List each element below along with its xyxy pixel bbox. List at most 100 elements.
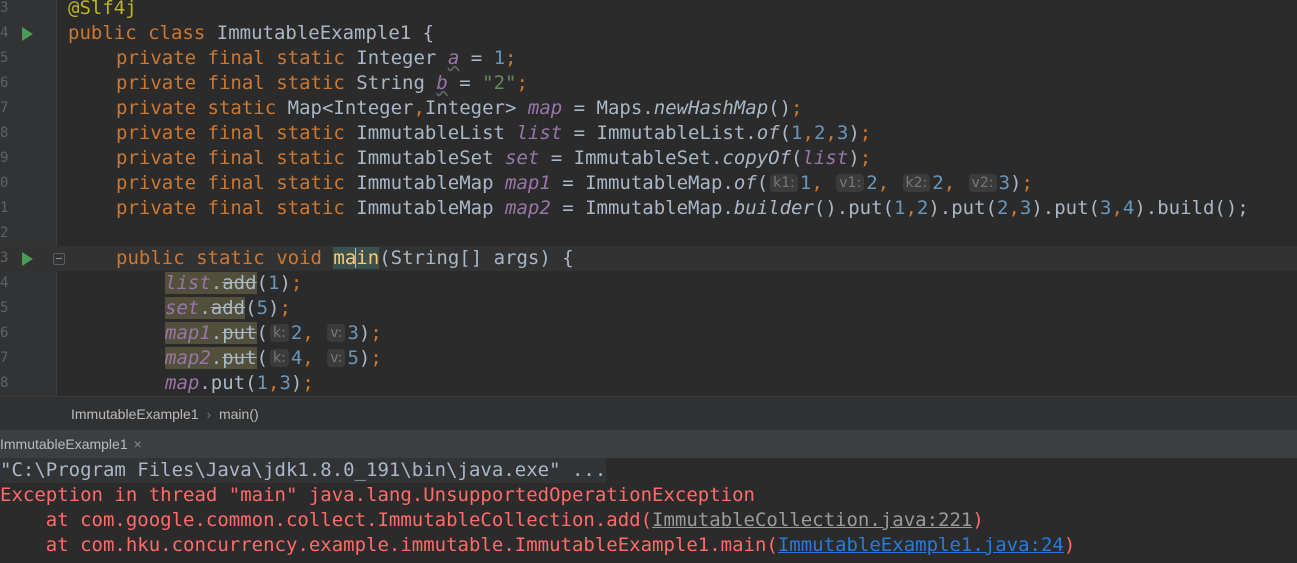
code-line[interactable]: 2 [0, 221, 1297, 246]
type-token: Map<Integer [287, 97, 414, 119]
method-token: builder [733, 197, 814, 219]
semicolon-token: ; [279, 297, 291, 319]
line-number: 3 [0, 250, 8, 266]
method-token: of [756, 122, 780, 144]
code-text[interactable]: private final static ImmutableMap map1 =… [116, 171, 1033, 196]
code-text[interactable]: map1.put(k: 2, v: 3); [165, 321, 382, 346]
semicolon-token: ; [302, 372, 314, 394]
field-token: a [447, 47, 460, 69]
code-text[interactable]: private final static ImmutableList list … [116, 121, 871, 146]
code-text[interactable]: private static Map<Integer,Integer> map … [116, 96, 802, 121]
code-line[interactable]: 6 private final static String b = "2"; [0, 71, 1297, 96]
number-token: 1 [256, 372, 268, 394]
breadcrumb-class[interactable]: ImmutableExample1 [71, 406, 199, 422]
code-line[interactable]: 7 map2.put(k: 4, v: 5); [0, 346, 1297, 371]
method-token: of [733, 172, 757, 194]
paren-token: ) [279, 272, 291, 294]
dot-token: . [199, 297, 211, 319]
keyword-token: static [276, 147, 345, 169]
comma-token: , [413, 97, 425, 119]
run-gutter-icon[interactable] [22, 27, 33, 41]
code-editor[interactable]: 3 @Slf4j 4 public class ImmutableExample… [0, 0, 1297, 396]
code-line-current[interactable]: 3 public static void main(String[] args)… [0, 246, 1297, 271]
number-token: 1 [791, 122, 803, 144]
keyword-token: private [116, 47, 197, 69]
keyword-token: static [276, 197, 345, 219]
operator-token: = [562, 122, 597, 144]
class-ref-token: ImmutableSet. [573, 147, 723, 169]
code-text[interactable]: private final static String b = "2"; [116, 71, 528, 96]
code-line[interactable]: 4 public class ImmutableExample1 { [0, 21, 1297, 46]
tab-run-console[interactable]: ImmutableExample1 × [0, 430, 142, 458]
field-token: map2 [505, 197, 551, 219]
fold-icon[interactable] [53, 253, 65, 265]
code-text[interactable]: private final static Integer a = 1; [116, 46, 517, 71]
stacktrace-link[interactable]: ImmutableExample1.java:24 [778, 534, 1064, 556]
stacktrace-link[interactable]: ImmutableCollection.java:221 [652, 509, 972, 531]
paren-token: ( [791, 147, 803, 169]
code-line[interactable]: 4 list.add(1); [0, 271, 1297, 296]
semicolon-token: ; [370, 322, 382, 344]
code-line[interactable]: 6 map1.put(k: 2, v: 3); [0, 321, 1297, 346]
keyword-token: private [116, 197, 197, 219]
run-gutter-icon[interactable] [22, 252, 33, 266]
number-token: 3 [347, 322, 359, 344]
keyword-token: private [116, 72, 197, 94]
code-line[interactable]: 9 private final static ImmutableSet set … [0, 146, 1297, 171]
console-command-line[interactable]: "C:\Program Files\Java\jdk1.8.0_191\bin\… [0, 458, 607, 483]
code-text[interactable]: list.add(1); [165, 271, 302, 296]
close-icon[interactable]: × [134, 436, 142, 452]
field-token: b [436, 72, 448, 94]
code-line[interactable]: 8 private final static ImmutableList lis… [0, 121, 1297, 146]
line-number: 2 [0, 225, 8, 241]
code-text[interactable]: private final static ImmutableSet set = … [116, 146, 871, 171]
operator-token: = [550, 172, 586, 194]
run-console[interactable]: "C:\Program Files\Java\jdk1.8.0_191\bin\… [0, 458, 1297, 563]
code-line[interactable]: 3 @Slf4j [0, 0, 1297, 21]
class-ref-token: ImmutableMap. [585, 172, 734, 194]
code-text[interactable]: @Slf4j [68, 0, 137, 21]
number-token: 3 [998, 172, 1011, 194]
method-call-token: ).put( [928, 197, 997, 219]
number-token: 2 [813, 122, 826, 144]
code-line[interactable]: 7 private static Map<Integer,Integer> ma… [0, 96, 1297, 121]
code-line[interactable]: 1 private final static ImmutableMap map2… [0, 196, 1297, 221]
code-text[interactable]: public class ImmutableExample1 { [68, 21, 434, 46]
comma-token: , [802, 122, 814, 144]
keyword-token: final [207, 122, 265, 144]
code-text[interactable]: public static void main(String[] args) { [116, 246, 574, 271]
line-number: 7 [0, 100, 8, 116]
breadcrumb-method[interactable]: main() [219, 406, 259, 422]
keyword-token: final [207, 147, 265, 169]
type-token: Integer> [424, 97, 517, 119]
field-token: list [516, 122, 563, 144]
dot-token: . [210, 347, 223, 369]
paren-token: () [813, 197, 837, 219]
code-line[interactable]: 0 private final static ImmutableMap map1… [0, 171, 1297, 196]
warning-highlight: map1.put [165, 322, 257, 344]
code-text[interactable]: set.add(5); [165, 296, 291, 321]
number-token: 4 [1122, 197, 1135, 219]
method-name-token: in [356, 247, 380, 269]
code-text[interactable]: private final static ImmutableMap map2 =… [116, 196, 1249, 221]
deprecated-method-token: put [222, 322, 257, 344]
code-line[interactable]: 5 set.add(5); [0, 296, 1297, 321]
paren-token: ) [848, 147, 860, 169]
line-number: 6 [0, 325, 8, 341]
code-text[interactable]: map2.put(k: 4, v: 5); [165, 346, 382, 371]
stacktrace-text: at com.google.common.collect.ImmutableCo… [0, 509, 653, 531]
number-token: 3 [1019, 197, 1032, 219]
line-number: 1 [0, 200, 8, 216]
dot-token: . [210, 322, 223, 344]
code-text[interactable]: map.put(1,3); [165, 371, 314, 396]
keyword-token: final [207, 172, 265, 194]
class-ref-token: ImmutableMap. [585, 197, 734, 219]
code-line[interactable]: 8 map.put(1,3); [0, 371, 1297, 396]
paren-token: ) [358, 347, 371, 369]
semicolon-token: ; [1021, 172, 1033, 194]
comma-token: , [943, 172, 956, 194]
field-token: map1 [165, 322, 211, 344]
code-line[interactable]: 5 private final static Integer a = 1; [0, 46, 1297, 71]
warning-highlight: map2.put [165, 347, 257, 369]
stacktrace-text: at com.hku.concurrency.example.immutable… [0, 534, 778, 556]
